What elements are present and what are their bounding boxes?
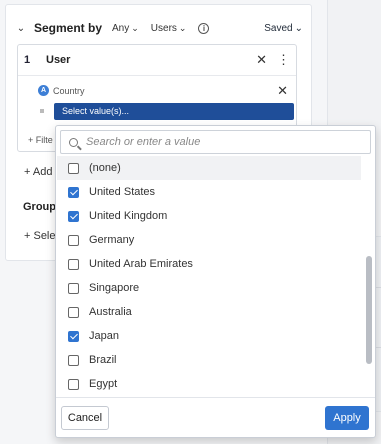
option-label: Germany [89, 234, 135, 246]
more-options-icon[interactable]: ⋮ [277, 52, 290, 68]
option-label: (none) [89, 162, 121, 174]
add-segment-link[interactable]: + Add [24, 166, 52, 178]
select-group-link[interactable]: + Sele [24, 230, 56, 242]
option-label: Australia [89, 306, 132, 318]
saved-dropdown[interactable]: Saved ⌄ [264, 23, 303, 34]
segment-number: 1 [24, 54, 31, 66]
checkbox-checked-icon[interactable] [68, 210, 79, 222]
search-box[interactable] [60, 130, 371, 154]
apply-button[interactable]: Apply [325, 406, 369, 430]
property-label[interactable]: Country [53, 86, 85, 96]
collapse-chevron-icon[interactable]: ⌄ [14, 23, 28, 34]
option-label: United Arab Emirates [89, 258, 193, 270]
any-dropdown-label: Any [112, 22, 130, 34]
checkbox-checked-icon[interactable] [68, 330, 79, 342]
checkbox-unchecked-icon[interactable] [68, 354, 79, 366]
select-values-field[interactable]: Select value(s)... [54, 103, 294, 120]
segment-header: ⌄ Segment by Any ⌄ Users ⌄ i Saved ⌄ [14, 13, 303, 43]
option-label: United Kingdom [89, 210, 168, 222]
option-label: Egypt [89, 378, 118, 390]
saved-dropdown-label: Saved [264, 22, 293, 34]
group-heading: Group [23, 201, 56, 213]
checkbox-unchecked-icon[interactable] [68, 378, 79, 390]
option-label: Singapore [89, 282, 140, 294]
search-input[interactable] [86, 136, 346, 148]
value-picker-popover: (none) United States United Kingdom Germany… [55, 125, 376, 438]
checkbox-unchecked-icon[interactable] [68, 306, 79, 318]
popover-footer: Cancel Apply [56, 397, 375, 437]
cancel-button[interactable]: Cancel [61, 406, 109, 430]
list-item[interactable]: Germany [57, 228, 361, 252]
checkbox-unchecked-icon[interactable] [68, 162, 79, 174]
search-icon [69, 137, 78, 147]
option-label: Japan [89, 330, 119, 342]
list-item[interactable]: Singapore [57, 276, 361, 300]
list-item[interactable]: United States [57, 180, 361, 204]
remove-property-close-icon[interactable]: ✕ [277, 83, 288, 99]
option-label: Brazil [89, 354, 117, 366]
users-dropdown[interactable]: Users ⌄ [151, 23, 187, 34]
list-item[interactable]: United Arab Emirates [57, 252, 361, 276]
user-segment-header: 1 User ✕ ⋮ [18, 45, 296, 76]
list-item[interactable]: (none) [57, 156, 361, 180]
remove-segment-close-icon[interactable]: ✕ [256, 52, 267, 68]
segment-label[interactable]: User [46, 54, 70, 66]
property-icon: A [38, 85, 49, 96]
scrollbar-thumb[interactable] [366, 256, 372, 364]
chevron-down-icon: ⌄ [178, 22, 187, 33]
checkbox-unchecked-icon[interactable] [68, 258, 79, 270]
any-dropdown[interactable]: Any ⌄ [112, 23, 139, 34]
list-item[interactable]: United Kingdom [57, 204, 361, 228]
chevron-down-icon: ⌄ [131, 22, 139, 33]
segment-title: Segment by [34, 21, 103, 35]
list-item[interactable]: Brazil [57, 348, 361, 372]
add-filter-link[interactable]: + Filte [28, 135, 53, 145]
checkbox-unchecked-icon[interactable] [68, 282, 79, 294]
list-item[interactable]: Egypt [57, 372, 361, 396]
list-item[interactable]: Japan [57, 324, 361, 348]
info-icon[interactable]: i [198, 22, 210, 34]
option-list: (none) United States United Kingdom Germany… [57, 156, 361, 396]
checkbox-checked-icon[interactable] [68, 186, 79, 198]
list-item[interactable]: Australia [57, 300, 361, 324]
property-row: A Country [38, 85, 85, 96]
operator-bullet [40, 109, 44, 113]
option-label: United States [89, 186, 156, 198]
users-dropdown-label: Users [150, 22, 177, 34]
chevron-down-icon: ⌄ [294, 22, 303, 34]
checkbox-unchecked-icon[interactable] [68, 234, 79, 246]
